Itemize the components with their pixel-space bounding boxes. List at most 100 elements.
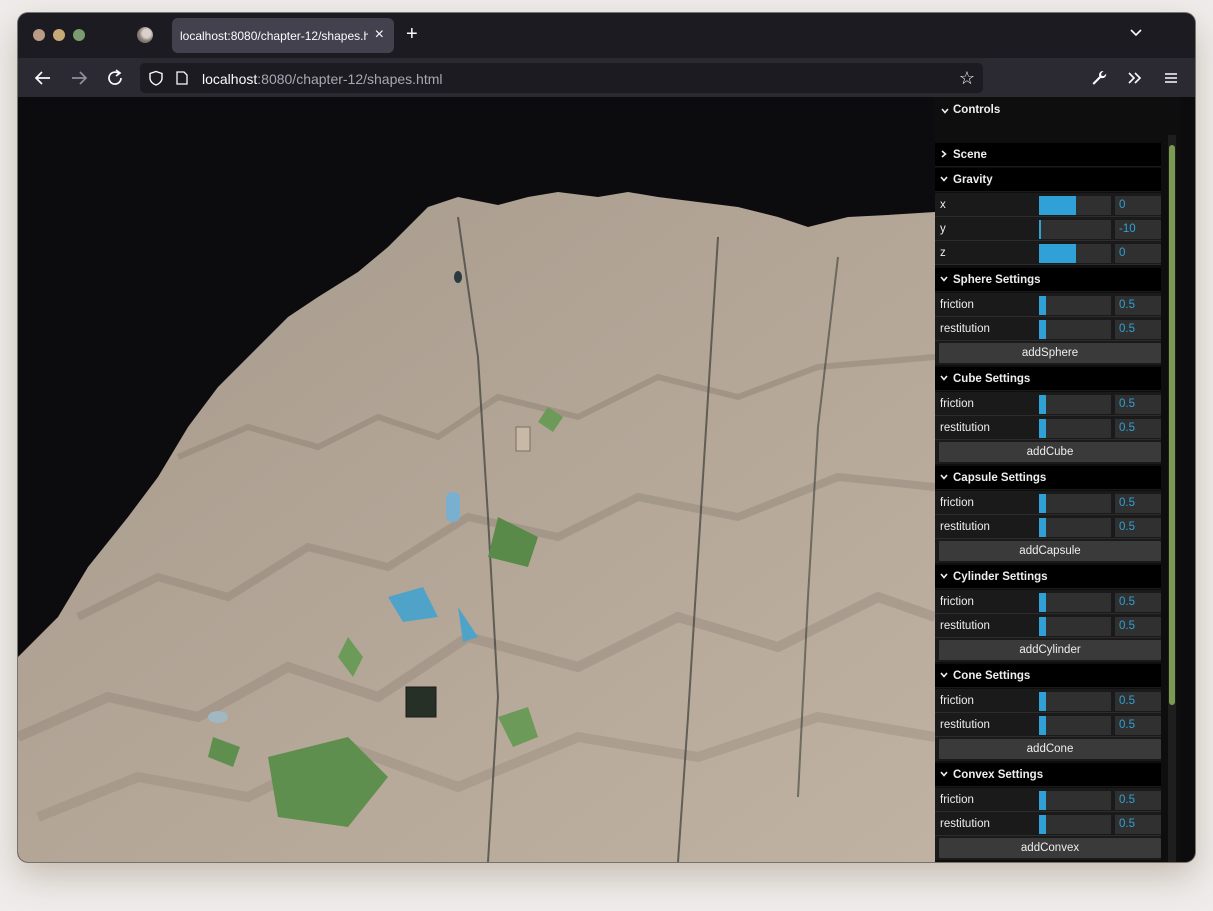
new-tab-button[interactable]: + (406, 24, 418, 44)
gravity-z-slider[interactable] (1039, 244, 1111, 263)
gravity-z-value-input[interactable]: 0 (1115, 244, 1161, 263)
cube-restitution-value-input[interactable]: 0.5 (1115, 419, 1161, 438)
cube-friction-label: friction (940, 398, 974, 410)
gravity-x-slider[interactable] (1039, 196, 1111, 215)
tab-close-icon[interactable]: × (375, 26, 384, 44)
addConvex-button[interactable]: addConvex (939, 838, 1161, 858)
addSphere-button[interactable]: addSphere (939, 343, 1161, 363)
convex-friction-value-input[interactable]: 0.5 (1115, 791, 1161, 810)
cone-friction-slider-knob[interactable] (1044, 692, 1046, 711)
capsule-restitution-slider-knob[interactable] (1044, 518, 1046, 537)
addCube-button-row: addCube (935, 440, 1161, 464)
sphere-friction-slider[interactable] (1039, 296, 1111, 315)
folder-gravity-label: Gravity (953, 174, 993, 186)
cone-restitution-slider[interactable] (1039, 716, 1111, 735)
cube-friction-slider-knob[interactable] (1044, 395, 1046, 414)
controls-scrollbar-thumb[interactable] (1169, 145, 1175, 705)
gravity-x-value-input[interactable]: 0 (1115, 196, 1161, 215)
cylinder-restitution-slider[interactable] (1039, 617, 1111, 636)
folder-cylinder-settings[interactable]: Cylinder Settings (935, 565, 1161, 589)
caret-down-icon (940, 176, 948, 182)
cone-friction-value-input[interactable]: 0.5 (1115, 692, 1161, 711)
cylinder-friction-slider-knob[interactable] (1044, 593, 1046, 612)
sphere-restitution-row: restitution 0.5 (935, 317, 1161, 341)
convex-restitution-value-input[interactable]: 0.5 (1115, 815, 1161, 834)
capsule-restitution-value-input[interactable]: 0.5 (1115, 518, 1161, 537)
bookmark-star-icon[interactable]: ☆ (959, 68, 975, 89)
folder-cylinder-settings-label: Cylinder Settings (953, 571, 1048, 583)
folder-cube-settings[interactable]: Cube Settings (935, 367, 1161, 391)
addCone-button[interactable]: addCone (939, 739, 1161, 759)
cylinder-friction-slider[interactable] (1039, 593, 1111, 612)
hamburger-menu-icon[interactable] (1160, 67, 1182, 89)
capsule-restitution-row: restitution 0.5 (935, 515, 1161, 539)
cube-restitution-slider-knob[interactable] (1044, 419, 1046, 438)
sphere-restitution-label: restitution (940, 323, 990, 335)
forward-arrow-icon[interactable] (68, 67, 90, 89)
cone-restitution-value-input[interactable]: 0.5 (1115, 716, 1161, 735)
cone-friction-row: friction 0.5 (935, 689, 1161, 713)
capsule-restitution-slider[interactable] (1039, 518, 1111, 537)
folder-cone-settings[interactable]: Cone Settings (935, 664, 1161, 688)
convex-restitution-slider[interactable] (1039, 815, 1111, 834)
maximize-window-button[interactable] (73, 29, 85, 41)
close-window-button[interactable] (33, 29, 45, 41)
cube-friction-slider[interactable] (1039, 395, 1111, 414)
wrench-icon[interactable] (1088, 67, 1110, 89)
cylinder-restitution-slider-knob[interactable] (1044, 617, 1046, 636)
cube-restitution-row: restitution 0.5 (935, 416, 1161, 440)
minimize-window-button[interactable] (53, 29, 65, 41)
reload-icon[interactable] (104, 67, 126, 89)
sphere-restitution-value-input[interactable]: 0.5 (1115, 320, 1161, 339)
gravity-x-slider-knob[interactable] (1074, 196, 1076, 215)
convex-friction-slider[interactable] (1039, 791, 1111, 810)
terrain-3d-canvas[interactable] (18, 97, 935, 862)
back-arrow-icon[interactable] (32, 67, 54, 89)
firefox-icon[interactable] (137, 27, 153, 43)
folder-sphere-settings[interactable]: Sphere Settings (935, 268, 1161, 292)
gravity-y-value-input[interactable]: -10 (1115, 220, 1161, 239)
caret-down-icon (940, 474, 948, 480)
sphere-friction-slider-knob[interactable] (1044, 296, 1046, 315)
capsule-friction-slider[interactable] (1039, 494, 1111, 513)
cone-restitution-slider-knob[interactable] (1044, 716, 1046, 735)
url-text[interactable]: localhost:8080/chapter-12/shapes.html (202, 71, 443, 87)
gravity-z-label: z (940, 247, 946, 259)
cylinder-friction-value-input[interactable]: 0.5 (1115, 593, 1161, 612)
capsule-friction-slider-knob[interactable] (1044, 494, 1046, 513)
sphere-restitution-slider-knob[interactable] (1044, 320, 1046, 339)
overflow-chevron-icon[interactable] (1124, 67, 1146, 89)
sphere-friction-value-input[interactable]: 0.5 (1115, 296, 1161, 315)
capsule-restitution-label: restitution (940, 521, 990, 533)
url-bar[interactable]: localhost:8080/chapter-12/shapes.html ☆ (140, 63, 983, 93)
convex-friction-label: friction (940, 794, 974, 806)
controls-title-folder[interactable]: Controls (935, 99, 1180, 121)
cylinder-restitution-value-input[interactable]: 0.5 (1115, 617, 1161, 636)
shield-icon[interactable] (148, 70, 164, 86)
cube-friction-value-input[interactable]: 0.5 (1115, 395, 1161, 414)
sphere-restitution-slider[interactable] (1039, 320, 1111, 339)
tab-active[interactable]: localhost:8080/chapter-12/shapes.html × (172, 18, 394, 53)
folder-gravity[interactable]: Gravity (935, 168, 1161, 192)
gravity-z-slider-knob[interactable] (1074, 244, 1076, 263)
folder-capsule-settings[interactable]: Capsule Settings (935, 466, 1161, 490)
convex-friction-slider-knob[interactable] (1044, 791, 1046, 810)
gravity-y-slider[interactable] (1039, 220, 1111, 239)
folder-convex-settings[interactable]: Convex Settings (935, 763, 1161, 787)
folder-scene[interactable]: Scene (935, 143, 1161, 167)
navigation-bar: localhost:8080/chapter-12/shapes.html ☆ (18, 58, 1195, 97)
gravity-y-label: y (940, 223, 946, 235)
controls-scrollbar[interactable] (1168, 135, 1176, 862)
cube-restitution-slider[interactable] (1039, 419, 1111, 438)
gravity-y-slider-knob[interactable] (1039, 220, 1041, 239)
addCube-button[interactable]: addCube (939, 442, 1161, 462)
tab-list-chevron-icon[interactable] (1129, 26, 1143, 40)
folder-capsule-settings-label: Capsule Settings (953, 472, 1047, 484)
convex-restitution-row: restitution 0.5 (935, 812, 1161, 836)
convex-restitution-label: restitution (940, 818, 990, 830)
cone-friction-slider[interactable] (1039, 692, 1111, 711)
addCylinder-button[interactable]: addCylinder (939, 640, 1161, 660)
convex-restitution-slider-knob[interactable] (1044, 815, 1046, 834)
capsule-friction-value-input[interactable]: 0.5 (1115, 494, 1161, 513)
addCapsule-button[interactable]: addCapsule (939, 541, 1161, 561)
